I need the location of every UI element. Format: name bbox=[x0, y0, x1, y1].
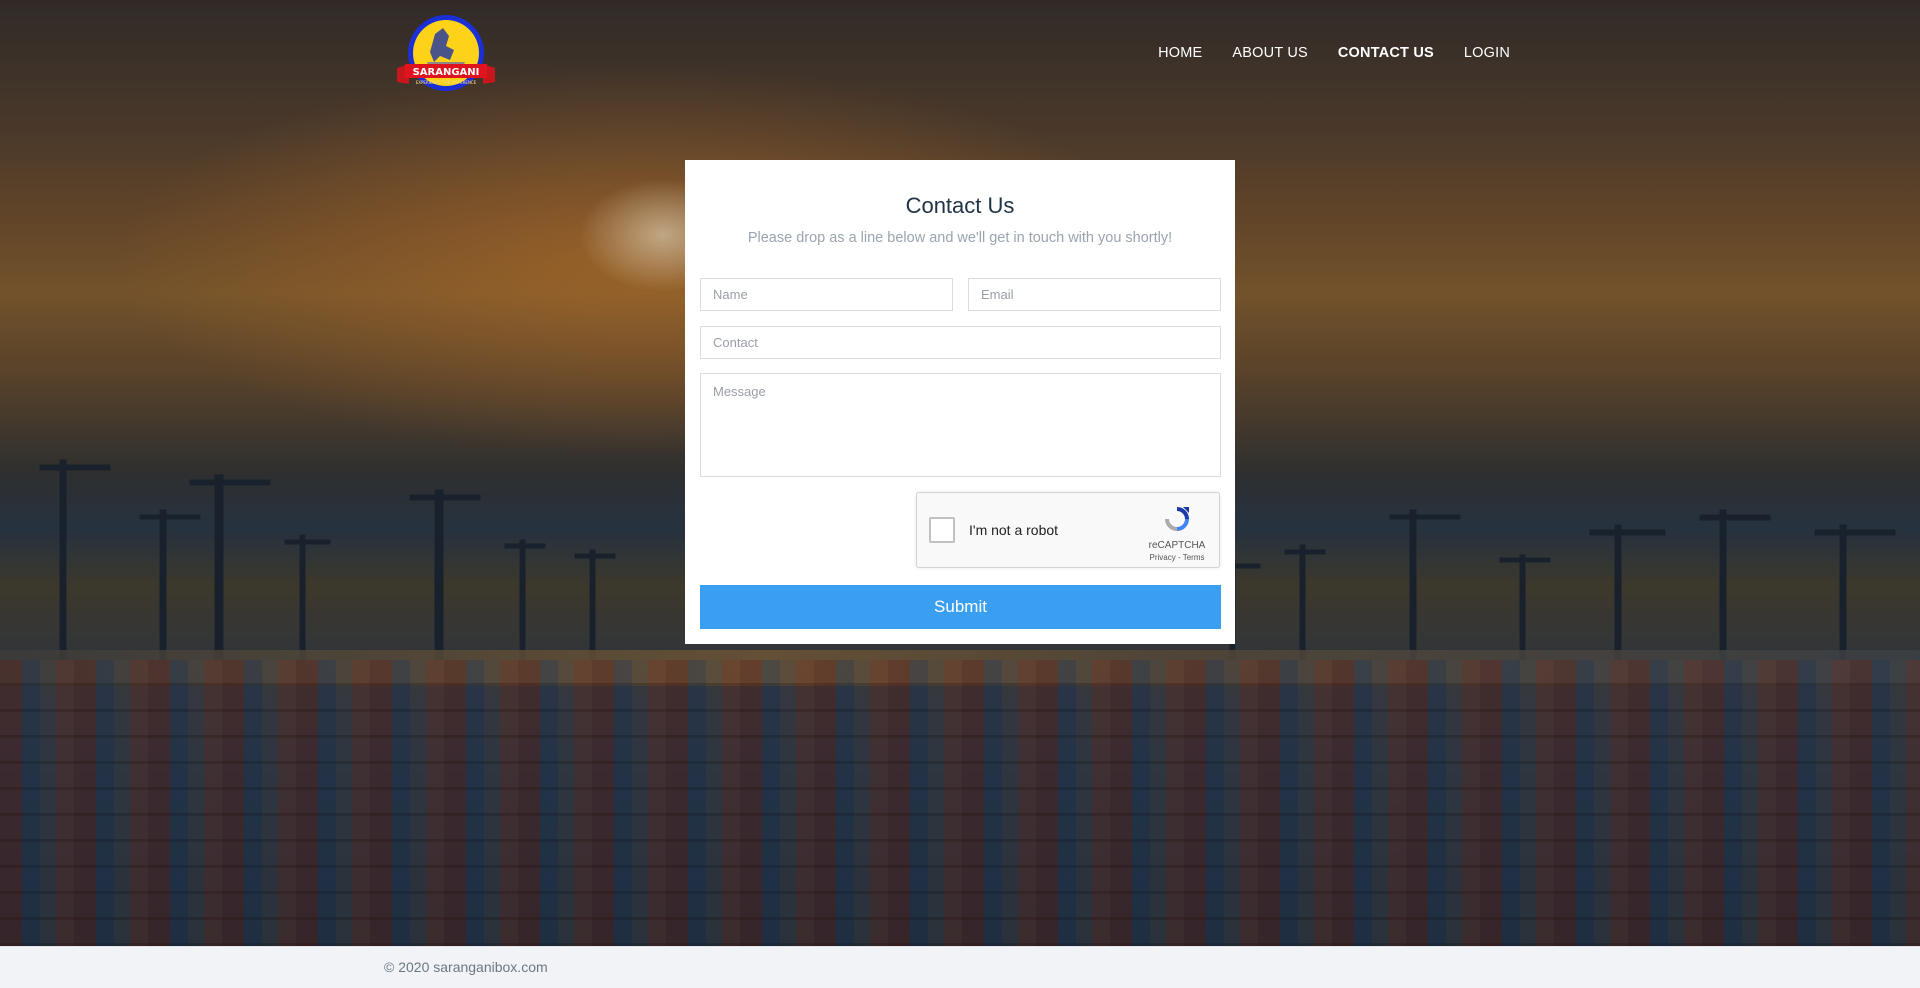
sarangani-logo[interactable]: SARANGANI EXPERIENCE THE DIFFERENCE bbox=[395, 12, 497, 98]
email-input[interactable]: Email bbox=[968, 278, 1221, 311]
name-input[interactable]: Name bbox=[700, 278, 953, 311]
nav-login[interactable]: LOGIN bbox=[1464, 45, 1510, 61]
top-navigation-bar: SARANGANI EXPERIENCE THE DIFFERENCE HOME… bbox=[0, 0, 1920, 110]
message-textarea[interactable]: Message bbox=[700, 373, 1221, 477]
contact-title: Contact Us bbox=[905, 193, 1015, 218]
contact-subtitle: Please drop as a line below and we'll ge… bbox=[747, 230, 1173, 246]
nav-home[interactable]: HOME bbox=[1158, 45, 1202, 61]
logo-text: SARANGANI bbox=[413, 67, 480, 78]
contact-form-card: Contact Us Please drop as a line below a… bbox=[685, 160, 1235, 644]
recaptcha-privacy-terms[interactable]: Privacy - Terms bbox=[1147, 553, 1207, 562]
nav-about-us[interactable]: ABOUT US bbox=[1232, 45, 1307, 61]
recaptcha-brand: reCAPTCHA Privacy - Terms bbox=[1147, 503, 1207, 562]
submit-button[interactable]: Submit bbox=[700, 585, 1221, 629]
nav-contact-us[interactable]: CONTACT US bbox=[1338, 45, 1434, 61]
footer-copyright: © 2020 saranganibox.com bbox=[384, 959, 548, 975]
contact-input[interactable]: Contact bbox=[700, 326, 1221, 359]
recaptcha-checkbox[interactable] bbox=[929, 517, 955, 543]
recaptcha-label: I'm not a robot bbox=[969, 522, 1059, 538]
footer: © 2020 saranganibox.com bbox=[0, 946, 1920, 988]
recaptcha-icon bbox=[1165, 507, 1189, 531]
recaptcha-brand-text: reCAPTCHA bbox=[1148, 540, 1206, 551]
main-nav: HOME ABOUT US CONTACT US LOGIN bbox=[1158, 45, 1510, 61]
logo-tagline: EXPERIENCE THE DIFFERENCE bbox=[416, 80, 477, 85]
recaptcha-widget: I'm not a robot reCAPTCHA Privacy - Term… bbox=[916, 492, 1220, 568]
